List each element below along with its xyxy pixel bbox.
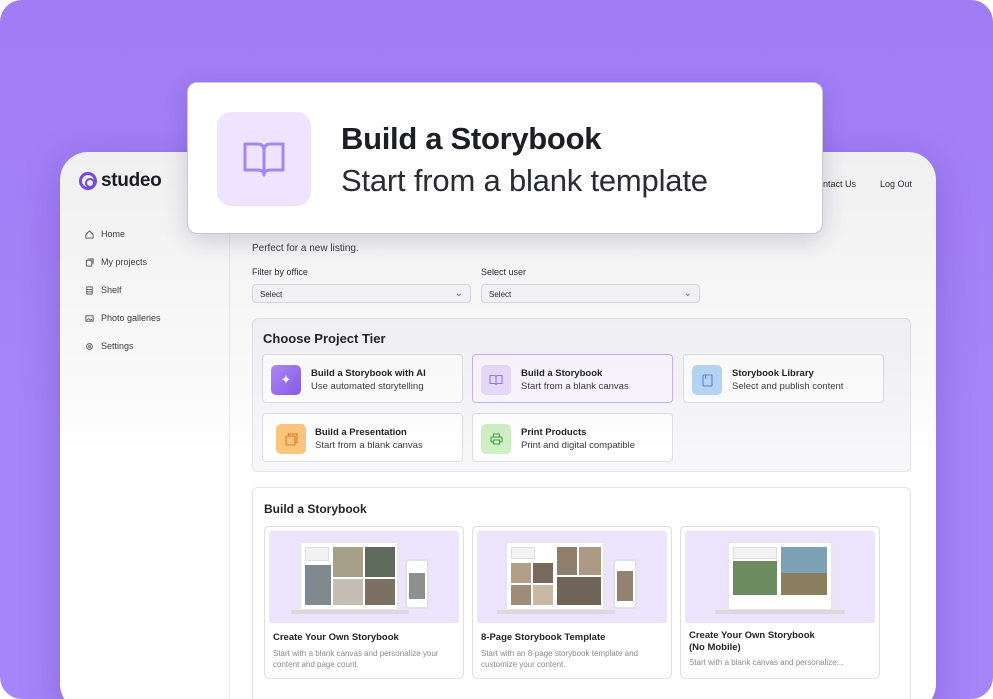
template-card-title-line: (No Mobile) <box>689 642 741 653</box>
tier-card-title: Storybook Library <box>732 368 814 379</box>
tier-card-desc: Print and digital compatible <box>521 440 636 451</box>
project-tier-title: Choose Project Tier <box>263 331 386 346</box>
sidebar-item-label: Photo galleries <box>101 313 161 323</box>
template-card-title: Create Your Own Storybook (No Mobile) <box>689 630 815 654</box>
tier-card-storybook-ai[interactable]: ✦ Build a Storybook with AI Use automate… <box>262 354 463 403</box>
book-icon <box>217 112 311 206</box>
template-card-no-mobile[interactable]: Create Your Own Storybook (No Mobile) St… <box>680 526 880 679</box>
storybook-section-title: Build a Storybook <box>264 502 367 516</box>
template-card-8-page[interactable]: 8-Page Storybook Template Start with an … <box>472 526 672 679</box>
user-filter-label: Select user <box>481 267 527 277</box>
phone-mockup <box>405 559 429 609</box>
sidebar-item-home[interactable]: Home <box>85 220 161 248</box>
tier-card-title: Build a Storybook with AI <box>311 368 426 379</box>
template-card-title: 8-Page Storybook Template <box>481 632 606 643</box>
presentation-icon <box>276 424 306 454</box>
image-icon <box>85 314 94 322</box>
chevron-down-icon: ⌄ <box>683 288 692 299</box>
tier-card-title: Build a Presentation <box>315 427 407 438</box>
chevron-down-icon: ⌄ <box>454 288 463 299</box>
office-filter-select[interactable]: Select ⌄ <box>252 284 471 303</box>
tier-card-storybook-library[interactable]: Storybook Library Select and publish con… <box>683 354 884 403</box>
sidebar-item-label: Settings <box>101 341 134 351</box>
user-filter-value: Select <box>489 290 512 299</box>
tier-card-desc: Select and publish content <box>732 381 844 392</box>
template-card-desc: Start with an 8-page storybook template … <box>481 649 638 669</box>
tier-card-presentation[interactable]: Build a Presentation Start from a blank … <box>262 413 463 462</box>
template-card-title-line: Create Your Own Storybook <box>689 630 815 641</box>
folder-icon <box>85 257 94 267</box>
template-card-desc: Start with a blank canvas and personaliz… <box>689 658 844 667</box>
sidebar: studeo Home My projects Shelf Photo gall… <box>60 152 230 699</box>
laptop-mockup <box>727 541 833 611</box>
selection-callout: Build a Storybook Start from a blank tem… <box>187 82 823 234</box>
studeo-logo-icon <box>79 172 97 190</box>
callout-subtitle: Start from a blank template <box>341 163 708 198</box>
callout-title: Build a Storybook <box>341 121 602 156</box>
template-thumbnail <box>269 531 459 623</box>
template-card-desc: Start with a blank canvas and personaliz… <box>273 649 439 669</box>
home-icon <box>85 229 94 239</box>
laptop-mockup <box>299 541 399 611</box>
laptop-mockup <box>505 541 605 611</box>
office-filter-label: Filter by office <box>252 267 308 277</box>
sidebar-item-label: Home <box>101 229 126 239</box>
sidebar-item-label: Shelf <box>101 285 122 295</box>
user-filter-select[interactable]: Select ⌄ <box>481 284 700 303</box>
template-thumbnail <box>477 531 667 623</box>
library-icon <box>692 365 722 395</box>
sidebar-nav: Home My projects Shelf Photo galleries S… <box>85 220 161 360</box>
tier-card-desc: Start from a blank canvas <box>521 381 629 392</box>
main-content: Perfect for a new listing. Filter by off… <box>252 152 922 699</box>
shelf-icon <box>86 285 93 295</box>
app-window: studeo Home My projects Shelf Photo gall… <box>60 152 936 699</box>
storybook-templates-panel: Build a Storybook Create Your Own Storyb… <box>252 487 911 699</box>
template-thumbnail <box>685 531 875 623</box>
tier-card-storybook[interactable]: Build a Storybook Start from a blank can… <box>472 354 673 403</box>
brand-name: studeo <box>101 170 162 191</box>
sidebar-item-shelf[interactable]: Shelf <box>85 276 161 304</box>
page-subtitle: Perfect for a new listing. <box>252 243 359 254</box>
sidebar-item-settings[interactable]: Settings <box>85 332 161 360</box>
sidebar-item-my-projects[interactable]: My projects <box>85 248 161 276</box>
printer-icon <box>481 424 511 454</box>
sidebar-item-photo-galleries[interactable]: Photo galleries <box>85 304 161 332</box>
tier-card-desc: Use automated storytelling <box>311 381 424 392</box>
office-filter-value: Select <box>260 290 283 299</box>
tier-card-title: Print Products <box>521 427 587 438</box>
template-card-title: Create Your Own Storybook <box>273 632 399 643</box>
sparkle-icon: ✦ <box>271 365 301 395</box>
tier-card-desc: Start from a blank canvas <box>315 440 423 451</box>
sidebar-item-label: My projects <box>101 257 148 267</box>
tier-card-title: Build a Storybook <box>521 368 603 379</box>
project-tier-panel: Choose Project Tier ✦ Build a Storybook … <box>252 318 911 472</box>
gear-icon <box>86 342 93 350</box>
tier-card-print-products[interactable]: Print Products Print and digital compati… <box>472 413 673 462</box>
template-card-create-own[interactable]: Create Your Own Storybook Start with a b… <box>264 526 464 679</box>
phone-mockup <box>613 559 637 609</box>
logo[interactable]: studeo <box>79 170 162 192</box>
book-icon <box>481 365 511 395</box>
